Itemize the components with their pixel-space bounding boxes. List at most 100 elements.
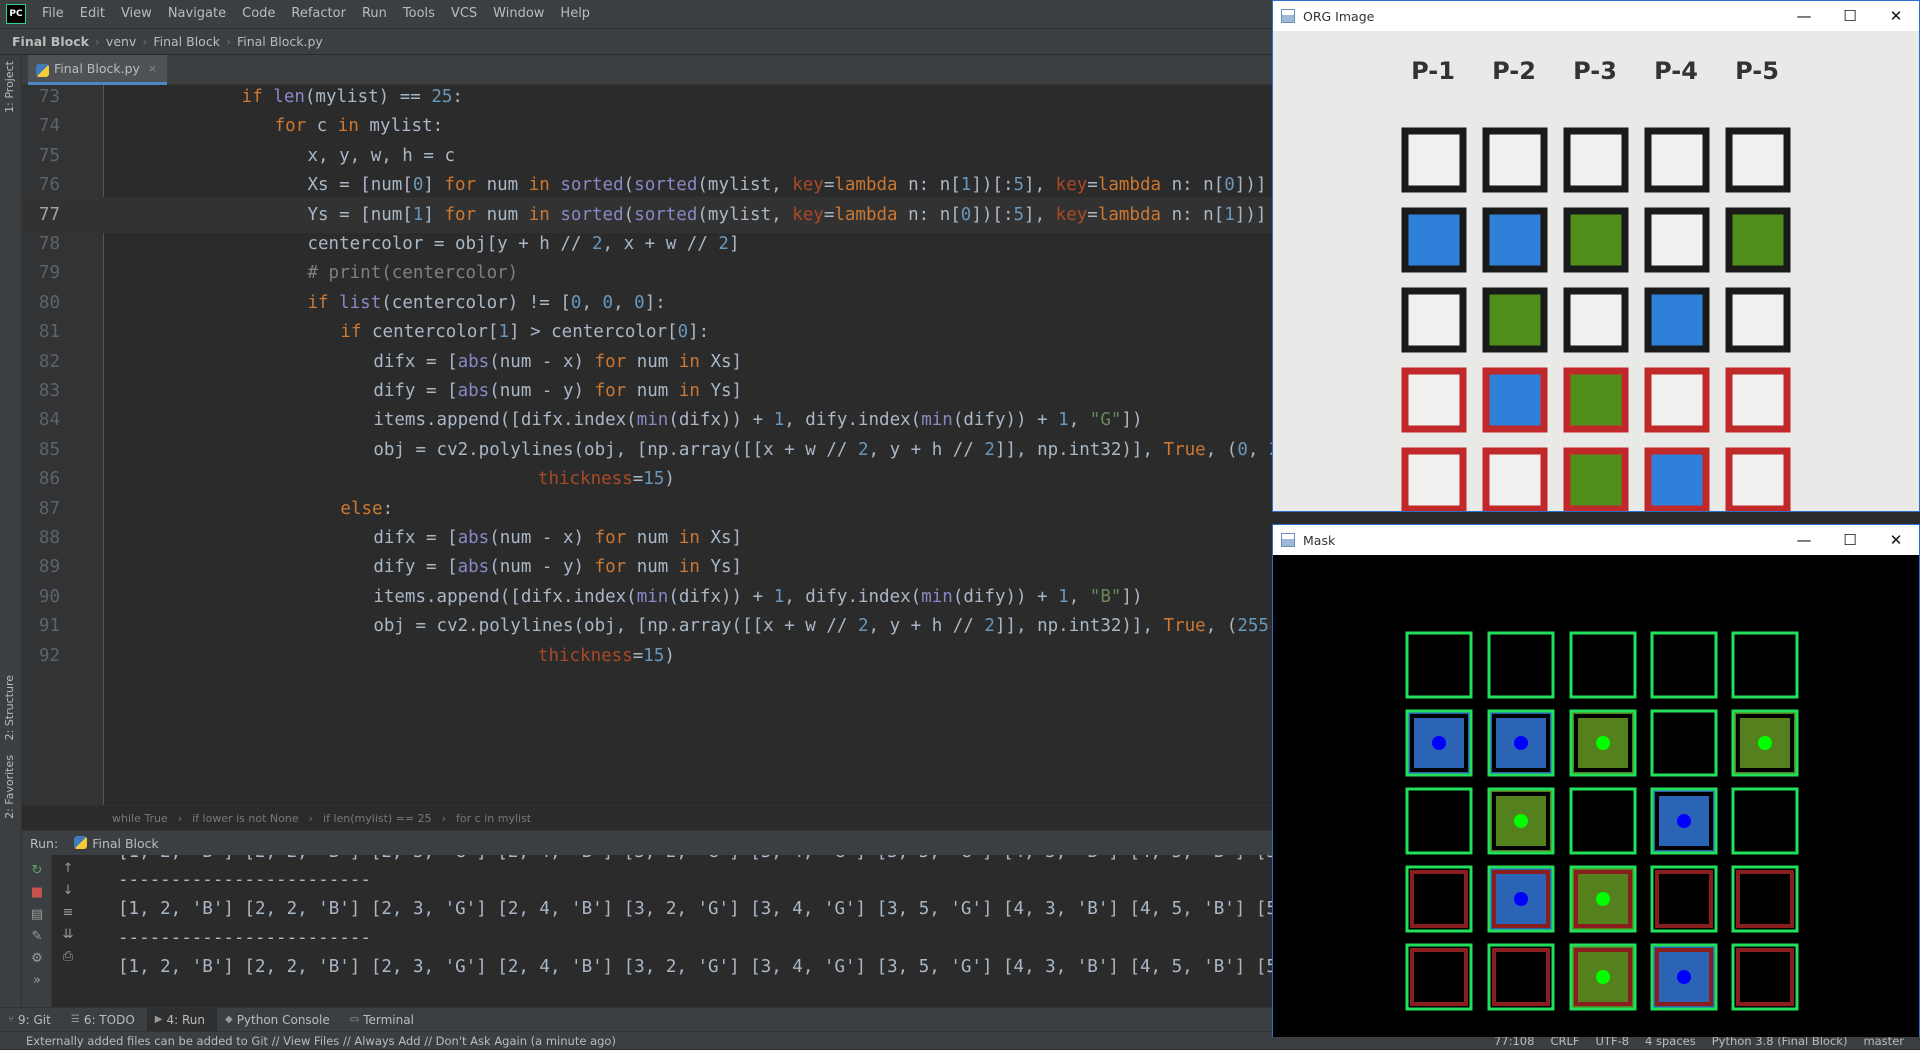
window-icon: [1281, 9, 1295, 23]
center-marker: [1514, 814, 1528, 828]
minimize-icon[interactable]: —: [1781, 1, 1827, 31]
grid-cell: [1644, 447, 1710, 513]
center-marker: [1677, 814, 1691, 828]
breadcrumb-item[interactable]: venv: [106, 34, 142, 49]
maximize-icon[interactable]: ☐: [1827, 525, 1873, 555]
org-image-canvas: P-1 P-2 P-3 P-4 P-5: [1273, 31, 1919, 513]
grid-cell: [1725, 207, 1791, 273]
grid-cell: [1401, 367, 1467, 433]
run-toolbar: ↻ ■ ▤ ✎ ⚙ »: [22, 855, 52, 1008]
breadcrumb-item[interactable]: Final Block: [153, 34, 226, 49]
mask-canvas: [1273, 555, 1919, 1037]
run-tab-label: Final Block: [92, 835, 159, 851]
tool-window-label: 6: TODO: [83, 1012, 135, 1027]
grid-cell: [1482, 447, 1548, 513]
center-marker: [1677, 970, 1691, 984]
pin-icon[interactable]: ✎: [29, 929, 45, 945]
org-image-window: ORG Image — ☐ ✕ P-1 P-2 P-3 P-4 P-5: [1272, 0, 1920, 513]
editor-tab-final-block[interactable]: Final Block.py ×: [28, 55, 168, 85]
breadcrumb-separator: ›: [441, 811, 447, 825]
center-marker: [1596, 892, 1610, 906]
editor-breadcrumb-item[interactable]: if lower is not None: [192, 812, 309, 825]
editor-tab-label: Final Block.py: [54, 61, 140, 76]
maximize-icon[interactable]: ☐: [1827, 1, 1873, 31]
close-icon[interactable]: ✕: [1873, 1, 1919, 31]
tool-window-icon: ▭: [349, 1014, 360, 1025]
grid-cell: [1725, 447, 1791, 513]
run-console-output[interactable]: [1, 2, 'B'] [2, 2, 'B'] [2, 3, 'G'] [2, …: [68, 855, 1280, 1008]
tool-window-label: 4: Run: [166, 1012, 205, 1027]
menu-tools[interactable]: Tools: [395, 0, 443, 28]
menu-file[interactable]: File: [34, 0, 72, 28]
mask-cell: [1569, 631, 1637, 699]
tool-window-label: 9: Git: [18, 1012, 51, 1027]
menu-refactor[interactable]: Refactor: [283, 0, 354, 28]
grid-cell: [1644, 207, 1710, 273]
center-marker: [1596, 970, 1610, 984]
layout-icon[interactable]: ▤: [29, 907, 45, 923]
menu-edit[interactable]: Edit: [72, 0, 113, 28]
org-image-titlebar[interactable]: ORG Image — ☐ ✕: [1273, 1, 1919, 31]
more-icon[interactable]: »: [29, 973, 45, 989]
favorites-tool-tab[interactable]: 2: Favorites: [3, 755, 16, 819]
mask-cell: [1405, 787, 1473, 855]
center-marker: [1758, 736, 1772, 750]
breadcrumb-separator: ›: [94, 34, 100, 49]
project-tool-tab[interactable]: 1: Project: [3, 61, 16, 113]
menu-navigate[interactable]: Navigate: [160, 0, 234, 28]
menu-help[interactable]: Help: [552, 0, 598, 28]
rerun-icon[interactable]: ↻: [29, 863, 45, 879]
menu-vcs[interactable]: VCS: [443, 0, 485, 28]
pycharm-window: PC File Edit View Navigate Code Refactor Run To…: [0, 0, 1920, 1049]
grid-cell: [1644, 287, 1710, 353]
grid-cell: [1482, 127, 1548, 193]
menu-view[interactable]: View: [113, 0, 160, 28]
mask-cell: [1405, 631, 1473, 699]
mask-cell: [1650, 865, 1718, 933]
editor-breadcrumb: while True › if lower is not None › if len(m…: [22, 805, 1280, 830]
close-tab-icon[interactable]: ×: [148, 62, 157, 75]
status-message[interactable]: Externally added files can be added to G…: [0, 1034, 616, 1048]
grid-cell: [1401, 207, 1467, 273]
breadcrumb-item[interactable]: Final Block: [12, 34, 95, 49]
breadcrumb-separator: ›: [225, 34, 231, 49]
grid-cell: [1482, 287, 1548, 353]
tool-window-icon: ☰: [70, 1014, 80, 1025]
mask-cell: [1487, 943, 1555, 1011]
editor-breadcrumb-item[interactable]: while True: [112, 812, 178, 825]
menu-code[interactable]: Code: [234, 0, 283, 28]
console-line: [1, 2, 'B'] [2, 2, 'B'] [2, 3, 'G'] [2, …: [118, 899, 1280, 919]
tool-window-9-git[interactable]: ⑂ 9: Git: [0, 1008, 63, 1032]
editor-breadcrumb-item[interactable]: if len(mylist) == 25: [323, 812, 442, 825]
console-line: ------------------------: [118, 870, 371, 890]
mask-titlebar[interactable]: Mask — ☐ ✕: [1273, 525, 1919, 555]
tool-window-python-console[interactable]: ◆ Python Console: [217, 1008, 342, 1032]
console-line: ------------------------: [118, 928, 371, 948]
tool-window-terminal[interactable]: ▭ Terminal: [342, 1008, 426, 1032]
tool-window-label: Terminal: [363, 1012, 414, 1027]
menu-window[interactable]: Window: [485, 0, 552, 28]
mask-image: [1273, 555, 1919, 1037]
breadcrumb-item[interactable]: Final Block.py: [237, 34, 329, 49]
mask-cell: [1731, 787, 1799, 855]
structure-tool-tab[interactable]: 2: Structure: [3, 675, 16, 740]
column-header: P-2: [1492, 57, 1536, 85]
navigation-breadcrumb: Final Block › venv › Final Block › Final Block…: [0, 28, 1280, 55]
editor-breadcrumb-item[interactable]: for c in mylist: [456, 812, 541, 825]
tool-window-6-todo[interactable]: ☰ 6: TODO: [63, 1008, 147, 1032]
mask-title: Mask: [1303, 532, 1336, 548]
code-editor[interactable]: 73 if len(mylist) == 25: 74 for c in mylist…: [22, 85, 1280, 805]
code-line[interactable]: 92 thickness=15): [22, 638, 1280, 674]
minimize-icon[interactable]: —: [1781, 525, 1827, 555]
tool-window-4-run[interactable]: ▶ 4: Run: [146, 1007, 217, 1032]
close-icon[interactable]: ✕: [1873, 525, 1919, 555]
tool-window-icon: ▶: [154, 1014, 163, 1025]
grid-cell: [1725, 367, 1791, 433]
settings-icon[interactable]: ⚙: [29, 951, 45, 967]
run-tab-final-block[interactable]: Final Block: [68, 835, 169, 851]
center-marker: [1514, 892, 1528, 906]
grid-cell: [1563, 367, 1629, 433]
grid-cell: [1482, 207, 1548, 273]
menu-run[interactable]: Run: [354, 0, 395, 28]
stop-icon[interactable]: ■: [29, 885, 45, 901]
